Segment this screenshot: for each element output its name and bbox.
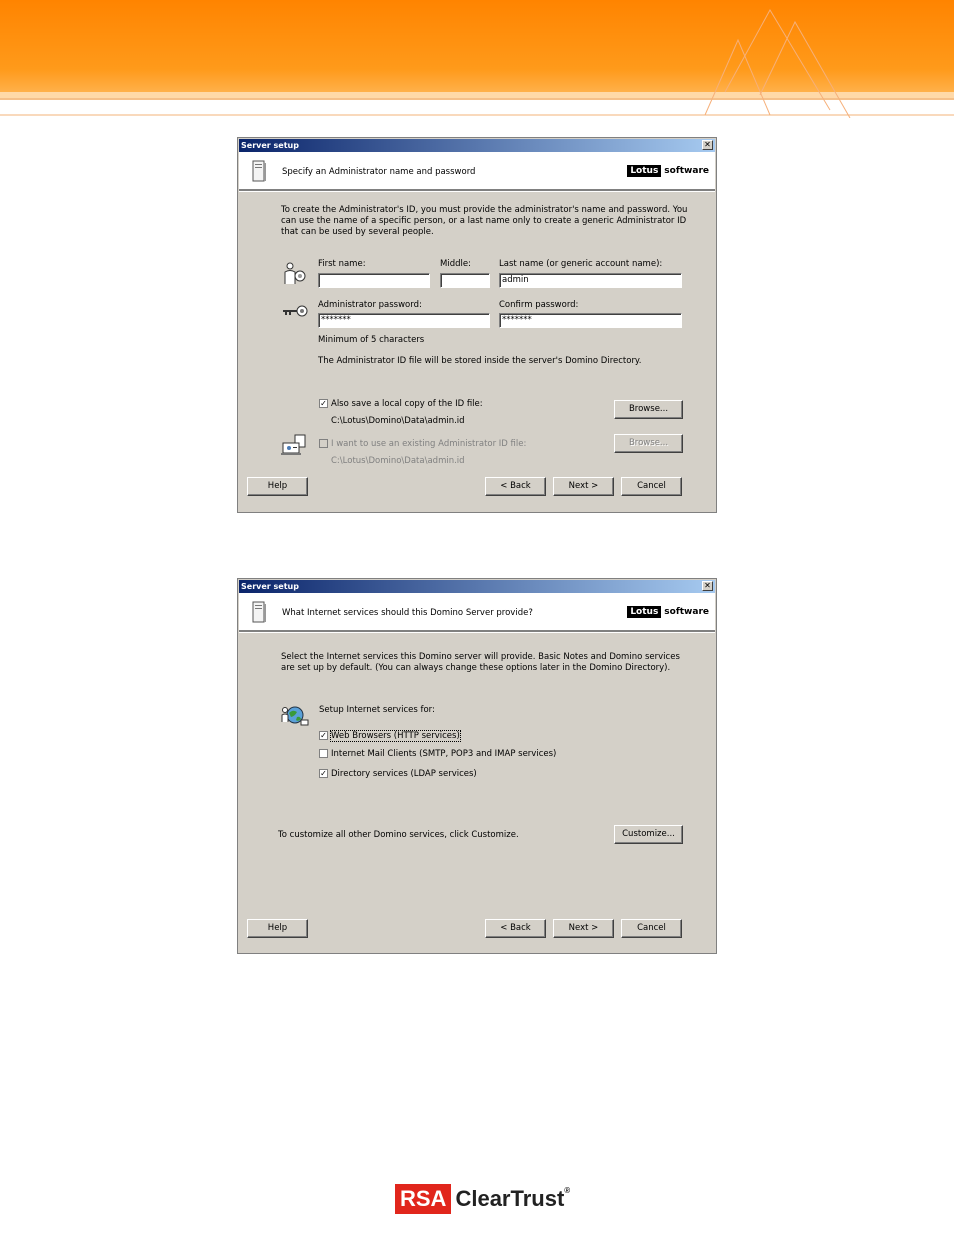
- next-button[interactable]: Next >: [553, 919, 614, 938]
- admin-password-input[interactable]: *******: [318, 313, 490, 328]
- next-button[interactable]: Next >: [553, 477, 614, 496]
- middle-label: Middle:: [440, 259, 471, 269]
- save-local-label[interactable]: Also save a local copy of the ID file:: [331, 399, 483, 409]
- cleartrust-name: ClearTrust: [455, 1186, 565, 1211]
- server-icon: [252, 601, 266, 623]
- intro-paragraph: To create the Administrator's ID, you mu…: [281, 205, 687, 238]
- title-bar: Server setup ✕: [239, 139, 715, 152]
- middle-input[interactable]: [440, 273, 490, 288]
- lotus-logo-box: Lotus: [627, 165, 662, 177]
- http-services-label[interactable]: Web Browsers (HTTP services): [330, 730, 461, 742]
- save-local-checkbox[interactable]: ✓: [319, 399, 328, 408]
- rsa-cleartrust-logo: RSA ClearTrust®: [395, 1184, 570, 1214]
- help-button[interactable]: Help: [247, 919, 308, 938]
- existing-id-path: C:\Lotus\Domino\Data\admin.id: [331, 456, 465, 466]
- customize-note: To customize all other Domino services, …: [278, 830, 519, 840]
- intro-line: that can be used by several people.: [281, 227, 434, 237]
- header-instruction: Specify an Administrator name and passwo…: [282, 167, 476, 177]
- customize-button[interactable]: Customize...: [614, 825, 683, 844]
- intro-line: are set up by default. (You can always c…: [281, 663, 671, 673]
- registered-mark: ®: [564, 1186, 571, 1195]
- lotus-logo-box: Lotus: [627, 606, 662, 618]
- ldap-services-checkbox[interactable]: ✓: [319, 769, 328, 778]
- mail-services-label[interactable]: Internet Mail Clients (SMTP, POP3 and IM…: [331, 749, 556, 759]
- lotus-logo-word: software: [664, 607, 709, 617]
- close-button[interactable]: ✕: [702, 140, 713, 150]
- confirm-password-input[interactable]: *******: [499, 313, 682, 328]
- last-name-label: Last name (or generic account name):: [499, 259, 663, 269]
- setup-services-label: Setup Internet services for:: [319, 705, 435, 715]
- intro-line: To create the Administrator's ID, you mu…: [281, 205, 688, 215]
- internet-services-icon: [281, 706, 309, 726]
- intro-line: can use the name of a specific person, o…: [281, 216, 687, 226]
- cancel-button[interactable]: Cancel: [621, 919, 682, 938]
- rsa-logo-box: RSA: [395, 1184, 452, 1214]
- person-id-icon: [284, 262, 306, 284]
- dialog-title: Server setup: [241, 582, 299, 591]
- dialog-header: What Internet services should this Domin…: [239, 593, 715, 633]
- key-icon: [283, 305, 308, 317]
- ldap-services-label[interactable]: Directory services (LDAP services): [331, 769, 477, 779]
- help-button[interactable]: Help: [247, 477, 308, 496]
- close-button[interactable]: ✕: [702, 581, 713, 591]
- existing-id-label[interactable]: I want to use an existing Administrator …: [331, 439, 526, 449]
- existing-id-checkbox[interactable]: [319, 439, 328, 448]
- admin-password-label: Administrator password:: [318, 300, 422, 310]
- back-button[interactable]: < Back: [485, 477, 546, 496]
- dialog-header: Specify an Administrator name and passwo…: [239, 152, 715, 192]
- lotus-software-logo: Lotus software: [627, 165, 709, 177]
- save-local-path: C:\Lotus\Domino\Data\admin.id: [331, 416, 465, 426]
- header-instruction: What Internet services should this Domin…: [282, 608, 533, 618]
- min-chars-note: Minimum of 5 characters: [318, 335, 425, 345]
- server-setup-dialog-admin: Server setup ✕ Specify an Administrator …: [237, 137, 717, 513]
- header-banner: [0, 0, 954, 118]
- cancel-button[interactable]: Cancel: [621, 477, 682, 496]
- id-file-icon: [281, 434, 306, 455]
- mail-services-checkbox[interactable]: [319, 749, 328, 758]
- http-services-checkbox[interactable]: ✓: [319, 731, 328, 740]
- back-button[interactable]: < Back: [485, 919, 546, 938]
- cleartrust-wordmark: ClearTrust®: [455, 1186, 570, 1212]
- title-bar: Server setup ✕: [239, 580, 715, 593]
- dialog-title: Server setup: [241, 141, 299, 150]
- last-name-input[interactable]: admin: [499, 273, 682, 288]
- first-name-label: First name:: [318, 259, 366, 269]
- confirm-password-label: Confirm password:: [499, 300, 579, 310]
- lotus-software-logo: Lotus software: [627, 606, 709, 618]
- server-icon: [252, 160, 266, 182]
- browse-button[interactable]: Browse...: [614, 400, 683, 419]
- browse-existing-button[interactable]: Browse...: [614, 434, 683, 453]
- intro-paragraph: Select the Internet services this Domino…: [281, 652, 680, 674]
- id-stored-note: The Administrator ID file will be stored…: [318, 356, 642, 366]
- server-setup-dialog-services: Server setup ✕ What Internet services sh…: [237, 578, 717, 954]
- lotus-logo-word: software: [664, 166, 709, 176]
- first-name-input[interactable]: [318, 273, 430, 288]
- intro-line: Select the Internet services this Domino…: [281, 652, 680, 662]
